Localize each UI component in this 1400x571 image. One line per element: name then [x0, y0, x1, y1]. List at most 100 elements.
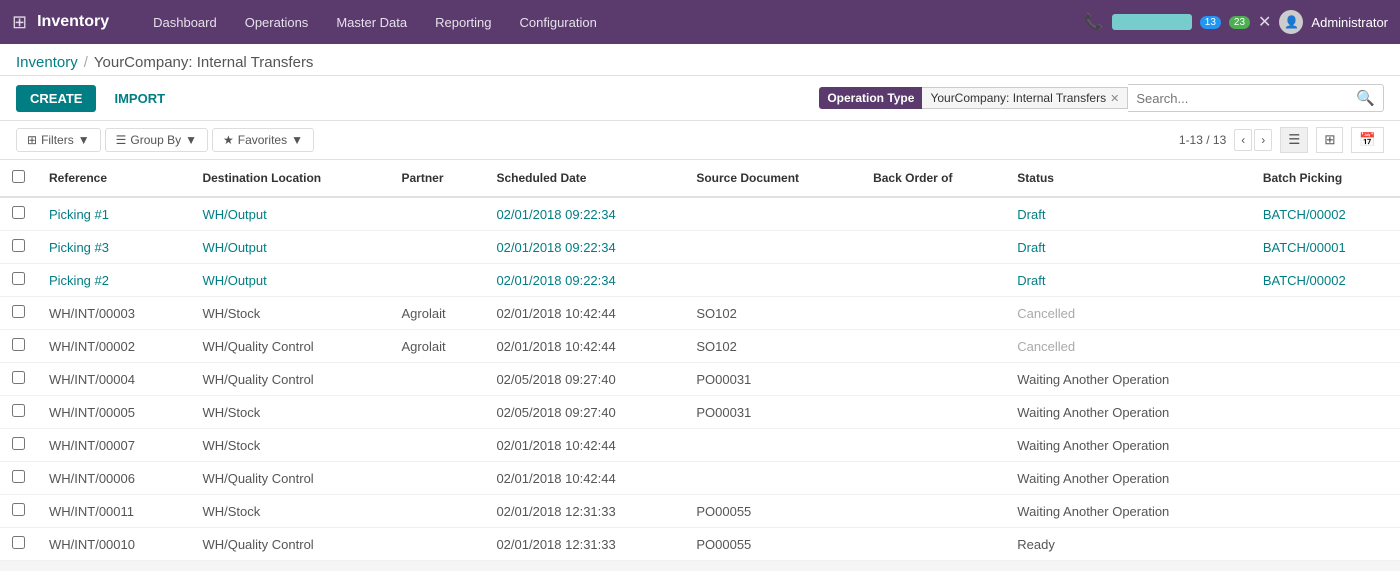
filters-label: Filters [41, 133, 74, 147]
cell-back-order [861, 330, 1005, 363]
col-back-order: Back Order of [861, 160, 1005, 197]
avatar[interactable]: 👤 [1279, 10, 1303, 34]
cell-reference[interactable]: Picking #2 [37, 264, 190, 297]
row-checkbox[interactable] [12, 437, 25, 450]
cell-partner [389, 495, 484, 528]
cell-partner [389, 363, 484, 396]
cell-status: Ready [1005, 528, 1251, 561]
page-next-button[interactable]: › [1254, 129, 1272, 151]
remove-filter-icon[interactable]: ✕ [1110, 92, 1119, 105]
cell-batch-picking [1251, 297, 1400, 330]
cell-status: Waiting Another Operation [1005, 363, 1251, 396]
row-checkbox[interactable] [12, 404, 25, 417]
cell-destination[interactable]: WH/Output [190, 197, 389, 231]
nav-dashboard[interactable]: Dashboard [139, 0, 231, 44]
row-checkbox[interactable] [12, 239, 25, 252]
group-by-label: Group By [130, 133, 181, 147]
close-icon[interactable]: ✕ [1258, 12, 1271, 32]
table-row: WH/INT/00007WH/Stock02/01/2018 10:42:44W… [0, 429, 1400, 462]
cell-source-doc: PO00055 [684, 528, 861, 561]
cell-scheduled-date: 02/05/2018 09:27:40 [484, 363, 684, 396]
cell-status: Cancelled [1005, 297, 1251, 330]
row-checkbox[interactable] [12, 338, 25, 351]
cell-reference: WH/INT/00007 [37, 429, 190, 462]
cell-reference[interactable]: Picking #1 [37, 197, 190, 231]
cell-batch-picking [1251, 330, 1400, 363]
grid-icon[interactable]: ⊞ [12, 12, 27, 33]
filters-button[interactable]: ⊞ Filters ▼ [16, 128, 101, 152]
cell-scheduled-date: 02/01/2018 09:22:34 [484, 197, 684, 231]
col-reference: Reference [37, 160, 190, 197]
group-by-button[interactable]: ☰ Group By ▼ [105, 128, 208, 152]
select-all-checkbox[interactable] [12, 170, 25, 183]
table-row: WH/INT/00011WH/Stock02/01/2018 12:31:33P… [0, 495, 1400, 528]
breadcrumb-parent[interactable]: Inventory [16, 54, 78, 71]
row-checkbox[interactable] [12, 305, 25, 318]
cell-scheduled-date: 02/01/2018 12:31:33 [484, 528, 684, 561]
col-source-doc: Source Document [684, 160, 861, 197]
table-row: WH/INT/00010WH/Quality Control02/01/2018… [0, 528, 1400, 561]
cell-destination[interactable]: WH/Output [190, 231, 389, 264]
nav-master-data[interactable]: Master Data [322, 0, 421, 44]
row-checkbox[interactable] [12, 536, 25, 549]
cell-destination: WH/Quality Control [190, 330, 389, 363]
cell-status: Draft [1005, 197, 1251, 231]
table-row: Picking #2WH/Output02/01/2018 09:22:34Dr… [0, 264, 1400, 297]
row-checkbox[interactable] [12, 371, 25, 384]
cell-batch-picking [1251, 495, 1400, 528]
nav-reporting[interactable]: Reporting [421, 0, 505, 44]
row-checkbox[interactable] [12, 206, 25, 219]
cell-status: Waiting Another Operation [1005, 462, 1251, 495]
cell-scheduled-date: 02/05/2018 09:27:40 [484, 396, 684, 429]
calendar-view-button[interactable]: 📅 [1351, 127, 1384, 153]
pagination: 1-13 / 13 [1179, 133, 1226, 147]
badge-messages[interactable]: 13 [1200, 16, 1221, 29]
cell-status: Draft [1005, 264, 1251, 297]
cell-partner [389, 462, 484, 495]
row-checkbox[interactable] [12, 503, 25, 516]
cell-destination: WH/Stock [190, 429, 389, 462]
app-title[interactable]: Inventory [37, 13, 109, 31]
operation-type-label: Operation Type [819, 87, 922, 109]
cell-reference[interactable]: Picking #3 [37, 231, 190, 264]
cell-source-doc: PO00031 [684, 363, 861, 396]
cell-partner [389, 396, 484, 429]
search-icon[interactable]: 🔍 [1348, 85, 1383, 111]
cell-batch-picking[interactable]: BATCH/00002 [1251, 197, 1400, 231]
nav-operations[interactable]: Operations [231, 0, 323, 44]
list-view-button[interactable]: ☰ [1280, 127, 1308, 153]
search-input[interactable] [1128, 87, 1348, 110]
table-row: WH/INT/00006WH/Quality Control02/01/2018… [0, 462, 1400, 495]
cell-partner [389, 264, 484, 297]
breadcrumb-current: YourCompany: Internal Transfers [94, 54, 314, 71]
create-button[interactable]: CREATE [16, 85, 96, 112]
nav-configuration[interactable]: Configuration [506, 0, 611, 44]
cell-partner [389, 528, 484, 561]
favorites-label: Favorites [238, 133, 287, 147]
phone-icon[interactable]: 📞 [1084, 12, 1104, 32]
favorites-button[interactable]: ★ Favorites ▼ [212, 128, 314, 152]
group-by-icon: ☰ [116, 133, 127, 147]
status-bar [1112, 14, 1192, 30]
cell-destination[interactable]: WH/Output [190, 264, 389, 297]
row-checkbox[interactable] [12, 470, 25, 483]
badge-activities[interactable]: 23 [1229, 16, 1250, 29]
cell-batch-picking[interactable]: BATCH/00002 [1251, 264, 1400, 297]
cell-source-doc [684, 197, 861, 231]
nav-links: Dashboard Operations Master Data Reporti… [139, 0, 1084, 44]
row-checkbox[interactable] [12, 272, 25, 285]
col-destination: Destination Location [190, 160, 389, 197]
import-button[interactable]: IMPORT [104, 85, 175, 112]
col-partner: Partner [389, 160, 484, 197]
cell-reference: WH/INT/00005 [37, 396, 190, 429]
grid-view-button[interactable]: ⊞ [1316, 127, 1343, 153]
cell-batch-picking [1251, 462, 1400, 495]
cell-destination: WH/Stock [190, 396, 389, 429]
cell-back-order [861, 396, 1005, 429]
cell-source-doc: PO00031 [684, 396, 861, 429]
cell-batch-picking[interactable]: BATCH/00001 [1251, 231, 1400, 264]
page-prev-button[interactable]: ‹ [1234, 129, 1252, 151]
cell-batch-picking [1251, 396, 1400, 429]
admin-label[interactable]: Administrator [1311, 15, 1388, 30]
cell-source-doc [684, 264, 861, 297]
